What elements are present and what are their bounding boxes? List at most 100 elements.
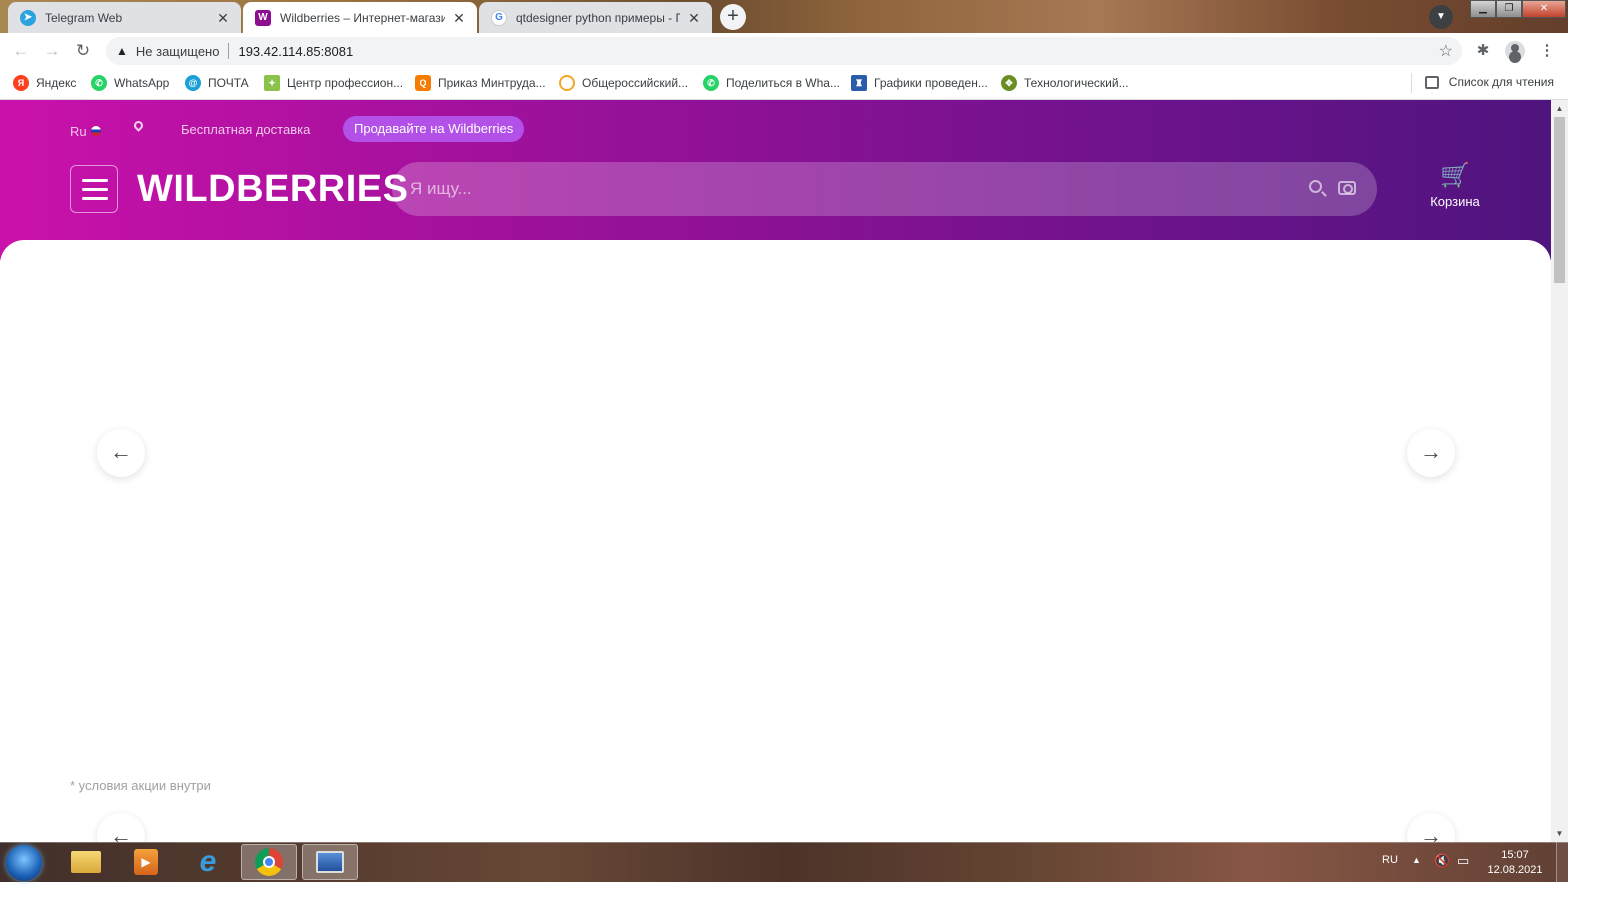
carousel2-next-button[interactable]: → <box>1407 813 1455 842</box>
internet-explorer-icon: e <box>199 845 217 878</box>
carousel2-prev-button[interactable]: ← <box>97 813 145 842</box>
new-tab-button[interactable]: + <box>720 4 746 30</box>
google-icon: G <box>491 9 507 26</box>
bookmark-label: ПОЧТА <box>208 76 249 90</box>
language-selector[interactable]: Ru <box>70 119 101 143</box>
back-icon[interactable]: ← <box>11 41 31 61</box>
address-bar[interactable]: ▲ Не защищено 193.42.114.85:8081 ☆ <box>106 37 1462 65</box>
bookmark-schedules[interactable]: ♜ Графики проведен... <box>851 75 988 91</box>
whatsapp-icon: ✆ <box>91 75 107 91</box>
bookmark-tech[interactable]: ✥ Технологический... <box>1001 75 1129 91</box>
minimize-icon[interactable]: ▁ <box>1470 0 1496 18</box>
free-delivery-link[interactable]: Бесплатная доставка <box>181 122 310 137</box>
browser-toolbar: ← → ↻ ▲ Не защищено 193.42.114.85:8081 ☆… <box>0 33 1568 68</box>
promo-conditions-note: * условия акции внутри <box>70 778 211 793</box>
bookmark-allrussian[interactable]: Общероссийский... <box>559 75 688 91</box>
clock-time: 15:07 <box>1501 849 1529 861</box>
bookmark-center[interactable]: ✦ Центр профессион... <box>264 75 403 91</box>
bookmark-label: Технологический... <box>1024 76 1129 90</box>
reading-list-label: Список для чтения <box>1448 75 1554 89</box>
tab-telegram[interactable]: ➤ Telegram Web ✕ <box>8 2 241 33</box>
taskbar-chrome[interactable] <box>241 844 297 880</box>
telegram-icon: ➤ <box>20 9 36 26</box>
warning-icon[interactable]: ▲ <box>116 44 128 58</box>
forward-icon[interactable]: → <box>42 41 62 61</box>
reading-list[interactable]: Список для чтения <box>1410 73 1554 93</box>
leaf-icon: ✦ <box>264 75 280 91</box>
bookmark-whatsapp[interactable]: ✆ WhatsApp <box>91 75 169 91</box>
bookmark-label: Яндекс <box>36 76 77 90</box>
tab-wildberries[interactable]: W Wildberries – Интернет-магазин ✕ <box>243 2 477 33</box>
search-icon[interactable] <box>1309 180 1322 193</box>
scroll-up-icon[interactable]: ▲ <box>1551 100 1568 117</box>
bookmark-star-icon[interactable]: ☆ <box>1439 41 1453 61</box>
bookmarks-bar: Я Яндекс ✆ WhatsApp @ ПОЧТА ✦ Центр проф… <box>0 68 1568 100</box>
search-icon <box>559 75 575 91</box>
scroll-down-icon[interactable]: ▼ <box>1551 825 1568 842</box>
burger-line <box>82 179 108 182</box>
tab-search-icon[interactable]: ▼ <box>1429 5 1453 29</box>
divider <box>1410 73 1412 93</box>
remote-desktop-icon <box>316 851 344 873</box>
site-header: Ru Бесплатная доставка Продавайте на Wil… <box>0 100 1551 260</box>
start-button[interactable] <box>6 845 42 881</box>
taskbar-remote-desktop[interactable] <box>302 844 358 880</box>
yandex-icon: Я <box>13 75 29 91</box>
close-tab-icon[interactable]: ✕ <box>686 10 702 26</box>
burger-line <box>82 188 108 191</box>
location-pin-icon[interactable] <box>132 119 145 132</box>
taskbar-explorer[interactable] <box>58 844 114 880</box>
bookmark-label: Графики проведен... <box>874 76 988 90</box>
scrollbar-thumb[interactable] <box>1554 117 1565 283</box>
search-bar <box>392 162 1377 216</box>
profile-icon[interactable] <box>1505 41 1525 61</box>
reading-list-icon <box>1424 75 1439 89</box>
burger-line <box>82 197 108 200</box>
cart-label: Корзина <box>1430 194 1480 209</box>
language-label: Ru <box>70 123 87 139</box>
close-tab-icon[interactable]: ✕ <box>215 10 231 26</box>
divider <box>228 43 230 59</box>
clock-date: 12.08.2021 <box>1487 864 1543 876</box>
extensions-icon[interactable]: ✱ <box>1473 41 1493 61</box>
menu-burger-button[interactable] <box>70 165 118 213</box>
wildberries-logo[interactable]: WILDBERRIES <box>137 168 409 211</box>
tab-google[interactable]: G qtdesigner python примеры - П ✕ <box>479 2 712 33</box>
bookmark-share-whatsapp[interactable]: ✆ Поделиться в Wha... <box>703 75 840 91</box>
menu-dots-icon[interactable]: ⋮ <box>1537 41 1557 61</box>
search-input[interactable] <box>410 162 1270 216</box>
camera-search-icon[interactable] <box>1338 181 1356 195</box>
page-scrollbar[interactable]: ▲ ▼ <box>1551 100 1568 842</box>
taskbar-media-player[interactable]: ▶ <box>118 844 174 880</box>
network-icon[interactable]: ▭ <box>1457 853 1469 869</box>
browser-tab-strip: ➤ Telegram Web ✕ W Wildberries – Интерне… <box>0 0 1568 33</box>
taskbar-ie[interactable]: e <box>180 844 236 880</box>
media-player-icon: ▶ <box>134 849 158 875</box>
volume-muted-icon[interactable]: 🔇 <box>1434 853 1450 869</box>
tray-expand-icon[interactable]: ▲ <box>1412 855 1421 865</box>
bookmark-order[interactable]: Q Приказ Минтруда... <box>415 75 546 91</box>
cart-button[interactable]: 🛒 Корзина <box>1420 162 1490 211</box>
doc-icon: Q <box>415 75 431 91</box>
cart-icon: 🛒 <box>1440 162 1470 189</box>
show-desktop-button[interactable] <box>1556 842 1568 882</box>
bookmark-yandex[interactable]: Я Яндекс <box>13 75 76 91</box>
tab-title: qtdesigner python примеры - П <box>516 10 680 25</box>
close-tab-icon[interactable]: ✕ <box>451 10 467 26</box>
bookmark-mail[interactable]: @ ПОЧТА <box>185 75 249 91</box>
whatsapp-icon: ✆ <box>703 75 719 91</box>
tab-title: Wildberries – Интернет-магазин <box>280 10 445 25</box>
tray-clock[interactable]: 15:07 12.08.2021 <box>1480 848 1550 878</box>
url-text[interactable]: 193.42.114.85:8081 <box>238 44 353 59</box>
bookmark-label: Поделиться в Wha... <box>726 76 840 90</box>
restore-icon[interactable]: ❐ <box>1496 0 1522 18</box>
security-label[interactable]: Не защищено <box>136 44 220 59</box>
main-content: ← → * условия акции внутри ← → <box>0 240 1551 842</box>
reload-icon[interactable]: ↻ <box>73 41 93 61</box>
mail-icon: @ <box>185 75 201 91</box>
carousel-prev-button[interactable]: ← <box>97 429 145 477</box>
sell-on-wildberries-button[interactable]: Продавайте на Wildberries <box>343 116 525 142</box>
tray-language[interactable]: RU <box>1382 854 1398 866</box>
close-window-icon[interactable]: ✕ <box>1522 0 1566 18</box>
carousel-next-button[interactable]: → <box>1407 429 1455 477</box>
